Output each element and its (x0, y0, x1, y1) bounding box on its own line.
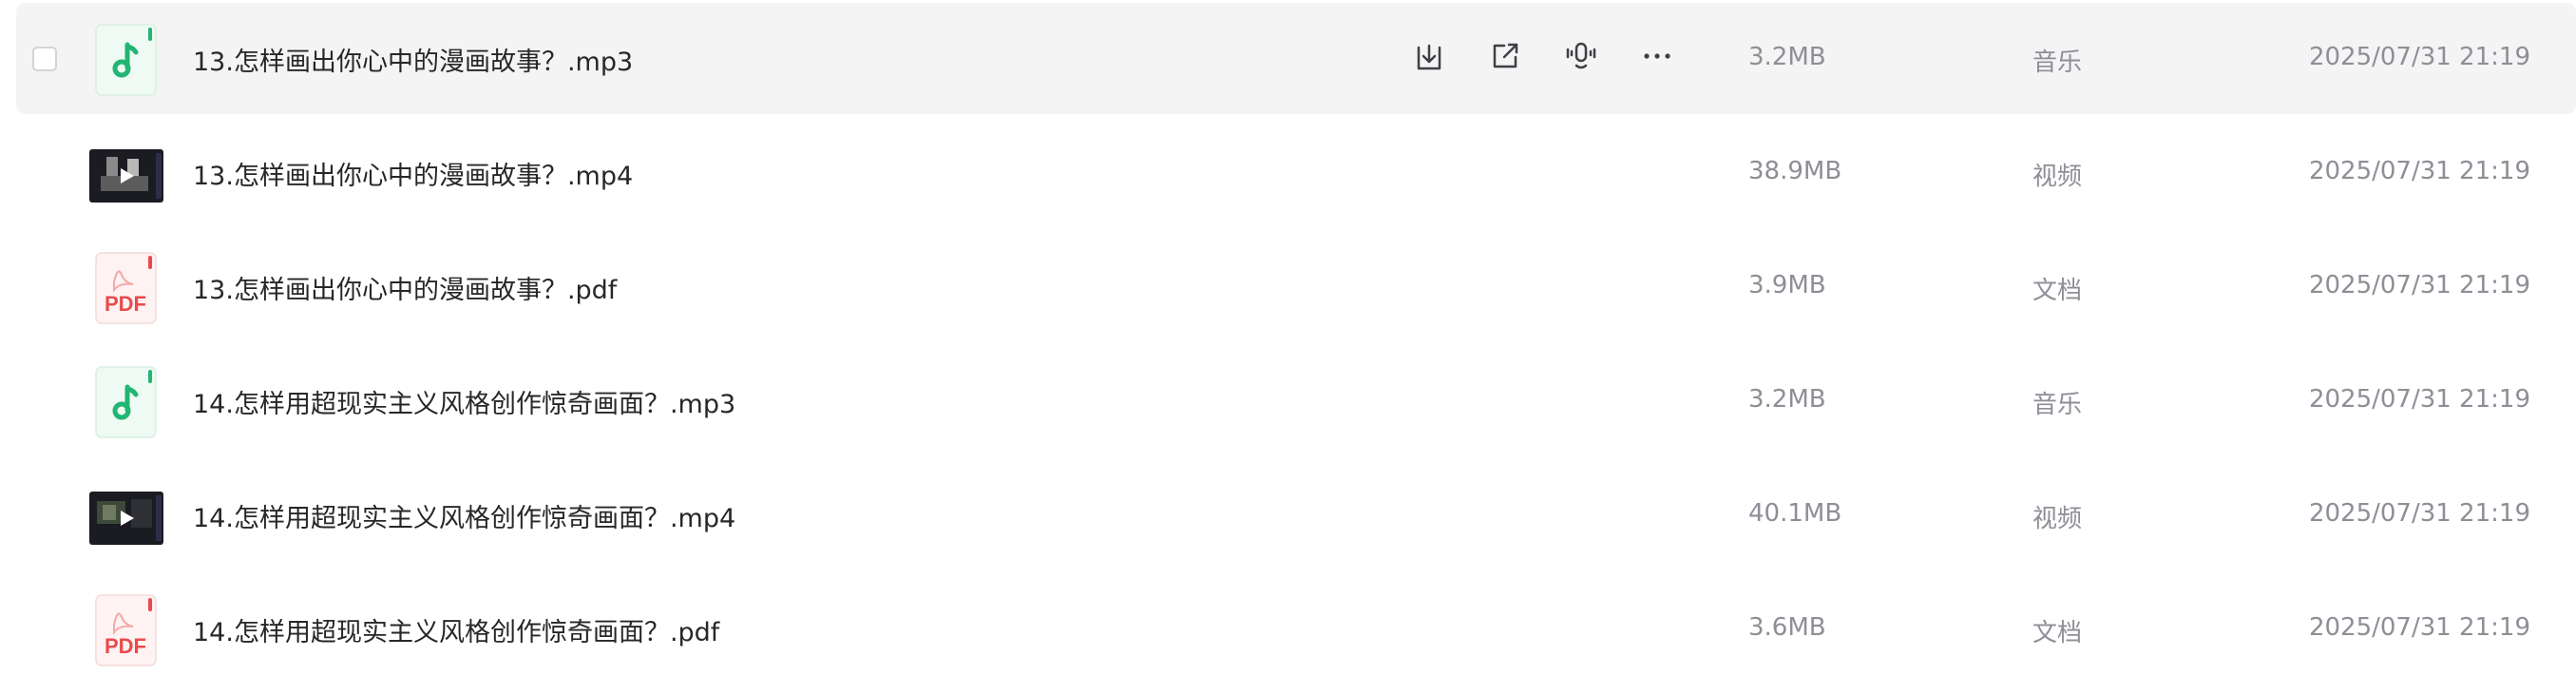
file-modified-time: 2025/07/31 21:19 (2308, 157, 2530, 185)
music-note-icon (95, 24, 157, 96)
file-row[interactable]: PDF 13.怎样画出你心中的漫画故事？.pdf 3.9MB 文档 2025/07/31… (16, 231, 2576, 342)
pdf-icon: PDF (95, 252, 157, 324)
video-thumbnail (89, 149, 163, 203)
download-button[interactable] (1409, 37, 1449, 79)
file-row[interactable]: PDF 14.怎样用超现实主义风格创作惊奇画面？.pdf 3.6MB 文档 2025/0… (16, 573, 2576, 676)
video-thumbnail (89, 492, 163, 545)
file-modified-time: 2025/07/31 21:19 (2308, 43, 2530, 71)
file-name[interactable]: 13.怎样画出你心中的漫画故事？.pdf (193, 269, 617, 306)
pdf-icon: PDF (95, 594, 157, 666)
file-size: 40.1MB (1748, 499, 1842, 528)
more-icon (1641, 40, 1673, 76)
file-name[interactable]: 14.怎样用超现实主义风格创作惊奇画面？.mp4 (193, 497, 735, 534)
more-button[interactable] (1637, 37, 1677, 79)
file-name[interactable]: 13.怎样画出你心中的漫画故事？.mp4 (193, 155, 633, 192)
file-size: 3.2MB (1748, 385, 1826, 414)
file-list: 13.怎样画出你心中的漫画故事？.mp3 3.2MB 音乐 2025/07/31 21… (0, 0, 2576, 676)
file-modified-time: 2025/07/31 21:19 (2308, 613, 2530, 642)
file-row[interactable]: 13.怎样画出你心中的漫画故事？.mp4 38.9MB 视频 2025/07/31 2… (16, 117, 2576, 228)
file-modified-time: 2025/07/31 21:19 (2308, 271, 2530, 299)
file-row[interactable]: 14.怎样用超现实主义风格创作惊奇画面？.mp3 3.2MB 音乐 2025/07/3… (16, 345, 2576, 456)
svg-text:PDF: PDF (105, 292, 146, 316)
svg-text:PDF: PDF (105, 634, 146, 658)
file-modified-time: 2025/07/31 21:19 (2308, 385, 2530, 414)
row-checkbox[interactable] (32, 47, 57, 71)
file-modified-time: 2025/07/31 21:19 (2308, 499, 2530, 528)
file-type: 视频 (2032, 505, 2083, 533)
file-size: 3.6MB (1748, 613, 1826, 642)
file-name[interactable]: 14.怎样用超现实主义风格创作惊奇画面？.mp3 (193, 383, 735, 420)
file-row[interactable]: 13.怎样画出你心中的漫画故事？.mp3 3.2MB 音乐 2025/07/31 21… (16, 3, 2576, 114)
share-button[interactable] (1485, 37, 1525, 79)
music-note-icon (95, 366, 157, 438)
file-type: 音乐 (2032, 391, 2083, 419)
download-icon (1413, 40, 1445, 76)
row-actions (1409, 37, 1677, 79)
file-size: 3.9MB (1748, 271, 1826, 299)
voice-icon (1564, 39, 1598, 77)
file-size: 38.9MB (1748, 157, 1842, 185)
file-type: 视频 (2032, 163, 2083, 191)
file-type: 文档 (2032, 277, 2083, 305)
file-name[interactable]: 14.怎样用超现实主义风格创作惊奇画面？.pdf (193, 611, 719, 648)
file-type: 文档 (2032, 619, 2083, 647)
voice-button[interactable] (1561, 37, 1601, 79)
file-name[interactable]: 13.怎样画出你心中的漫画故事？.mp3 (193, 41, 633, 78)
file-row[interactable]: 14.怎样用超现实主义风格创作惊奇画面？.mp4 40.1MB 视频 2025/07/… (16, 459, 2576, 570)
file-size: 3.2MB (1748, 43, 1826, 71)
file-type: 音乐 (2032, 48, 2083, 77)
share-icon (1489, 40, 1521, 76)
